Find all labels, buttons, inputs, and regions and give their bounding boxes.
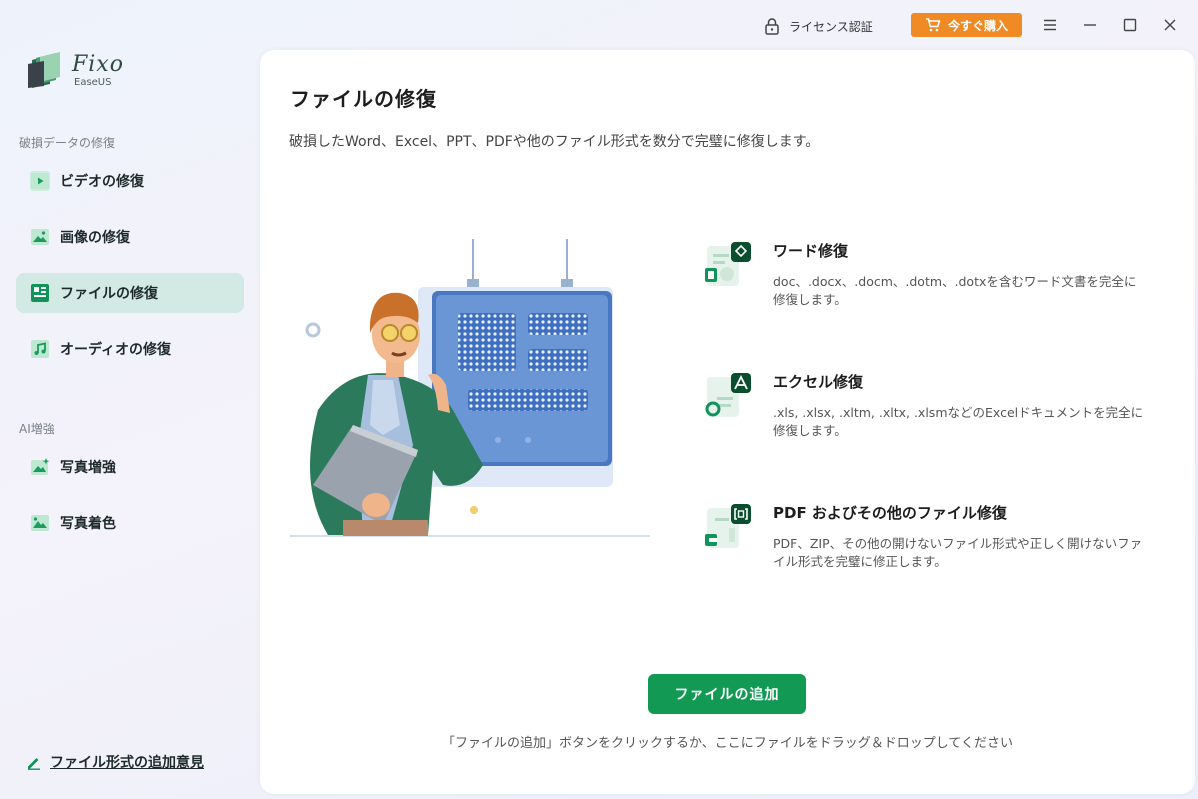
buy-now-label: 今すぐ購入: [947, 18, 1008, 33]
main-panel: ファイルの修復 破損したWord、Excel、PPT、PDFや他のファイル形式を…: [260, 50, 1195, 794]
minimize-icon: [1084, 24, 1096, 26]
license-button[interactable]: ライセンス認証: [763, 15, 873, 37]
sidebar-item-label: ビデオの修復: [60, 174, 144, 190]
feature-title: PDF およびその他のファイル修復: [773, 504, 1007, 522]
feature-description: doc、.docx、.docm、.dotm、.dotxを含むワード文書を完全に修…: [773, 274, 1137, 307]
cart-icon: [925, 18, 941, 32]
logo-subtitle: EaseUS: [74, 76, 112, 88]
sidebar-item-label: 写真着色: [60, 516, 116, 532]
file-repair-illustration: [290, 239, 650, 537]
page-description: 破損したWord、Excel、PPT、PDFや他のファイル形式を数分で完璧に修復…: [289, 134, 820, 150]
buy-now-button[interactable]: 今すぐ購入: [911, 13, 1022, 37]
drop-hint: 「ファイルの追加」ボタンをクリックするか、ここにファイルをドラッグ＆ドロップして…: [442, 736, 1013, 751]
feature-title: ワード修復: [773, 242, 849, 260]
word-repair-icon: [705, 242, 751, 286]
sidebar-item-audio[interactable]: オーディオの修復: [16, 329, 244, 369]
sidebar-item-video[interactable]: ビデオの修復: [16, 161, 244, 201]
sidebar-item-file[interactable]: ファイルの修復: [16, 273, 244, 313]
fixo-logo-icon: [28, 52, 60, 88]
feature-description: .xls, .xlsx, .xltm, .xltx, .xlsmなどのExcel…: [773, 405, 1144, 438]
menu-button[interactable]: [1039, 14, 1061, 36]
sidebar-item-photo-colorize[interactable]: 写真着色: [16, 503, 244, 543]
format-feedback-label: ファイル形式の追加意見: [50, 755, 204, 771]
lock-icon: [765, 18, 779, 35]
pdf-repair-icon: [705, 504, 751, 548]
minimize-button[interactable]: [1079, 14, 1101, 36]
sidebar-item-label: 画像の修復: [60, 230, 130, 246]
logo-name: Fixo: [72, 51, 124, 77]
format-feedback-link[interactable]: ファイル形式の追加意見: [26, 752, 204, 772]
video-icon: [30, 171, 50, 191]
photo-enhance-icon: [30, 457, 50, 477]
license-label: ライセンス認証: [789, 19, 873, 34]
page-title: ファイルの修復: [290, 87, 437, 111]
section-title-ai: AI増強: [19, 422, 55, 436]
audio-icon: [30, 339, 50, 359]
edit-pen-icon: [28, 758, 40, 770]
sidebar-item-image[interactable]: 画像の修復: [16, 217, 244, 257]
close-button[interactable]: [1159, 14, 1181, 36]
excel-repair-icon: [705, 373, 751, 417]
maximize-icon: [1123, 18, 1137, 32]
image-icon: [30, 227, 50, 247]
section-title-repair: 破損データの修復: [19, 136, 116, 150]
feature-title: エクセル修復: [773, 373, 864, 391]
close-icon: [1164, 19, 1176, 31]
photo-colorize-icon: [30, 513, 50, 533]
sidebar-item-label: 写真増強: [60, 460, 116, 476]
feature-description: PDF、ZIP、その他の開けないファイル形式や正しく開けないファイル形式を完璧に…: [773, 536, 1143, 569]
sidebar-item-photo-enhance[interactable]: 写真増強: [16, 447, 244, 487]
add-file-button[interactable]: ファイルの追加: [648, 674, 806, 714]
hamburger-menu-icon: [1044, 19, 1056, 31]
app-logo: Fixo EaseUS: [26, 50, 124, 90]
title-bar: ライセンス認証 今すぐ購入: [0, 0, 1198, 50]
maximize-button[interactable]: [1119, 14, 1141, 36]
sidebar-item-label: オーディオの修復: [60, 342, 172, 358]
file-icon: [30, 283, 50, 303]
sidebar-item-label: ファイルの修復: [60, 286, 158, 302]
